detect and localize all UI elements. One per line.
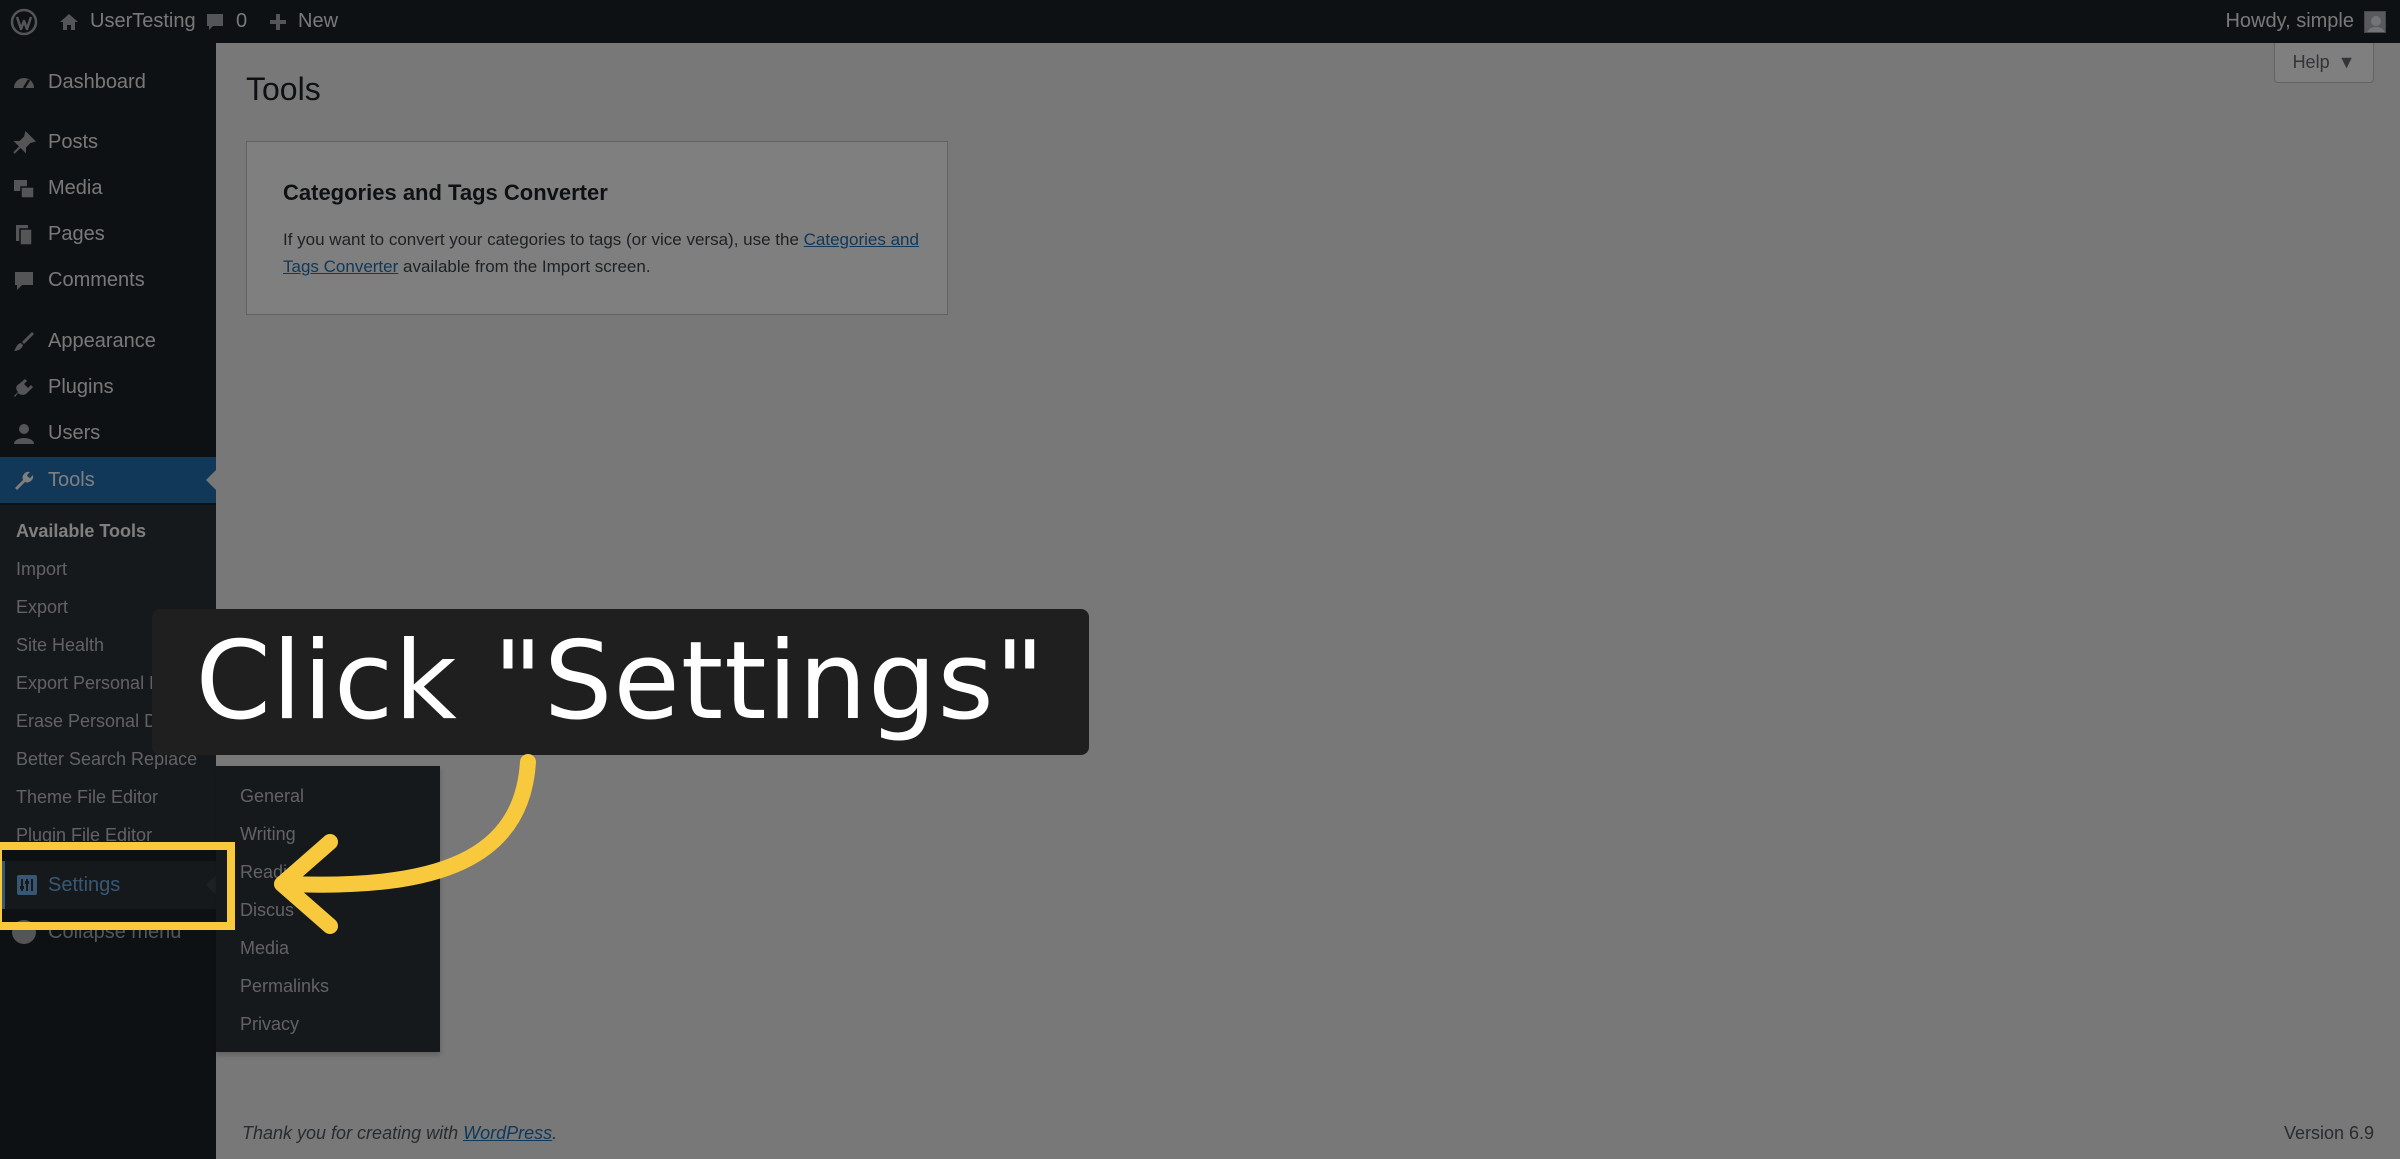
menu-item-appearance[interactable]: Appearance (0, 318, 216, 364)
converter-card: Categories and Tags Converter If you wan… (246, 141, 948, 315)
page-title: Tools (246, 71, 321, 107)
card-text-before: If you want to convert your categories t… (283, 230, 804, 249)
collapse-label: Collapse menu (48, 921, 182, 943)
submenu-item-plugin-file-editor[interactable]: Plugin File Editor (16, 825, 152, 846)
main-content: Help ▼ Tools Categories and Tags Convert… (216, 43, 2400, 1159)
instruction-text: Click "Settings" (195, 619, 1046, 744)
footer-version: Version 6.9 (2283, 1123, 2374, 1143)
media-icon (14, 180, 35, 199)
submenu-item-import[interactable]: Import (16, 559, 67, 580)
comment-icon (15, 272, 33, 290)
settings-label: Settings (48, 874, 121, 896)
menu-label: Comments (48, 268, 145, 291)
caret-down-icon: ▼ (2337, 52, 2356, 72)
menu-item-media[interactable]: Media (0, 165, 216, 211)
user-icon (14, 424, 34, 444)
submenu-item-export[interactable]: Export (16, 597, 68, 618)
menu-item-pages[interactable]: Pages (0, 211, 216, 257)
menu-label: Media (48, 176, 103, 199)
submenu-item-theme-file-editor[interactable]: Theme File Editor (16, 787, 158, 808)
home-icon (60, 13, 78, 30)
collapse-menu-button[interactable]: Collapse menu (0, 910, 216, 954)
help-label: Help (2292, 52, 2330, 72)
help-tab-button[interactable]: Help ▼ (2274, 43, 2374, 83)
menu-label: Posts (48, 130, 99, 153)
new-content-link[interactable]: New (268, 0, 338, 43)
card-description: If you want to convert your categories t… (283, 226, 923, 280)
menu-item-users[interactable]: Users (0, 410, 216, 456)
admin-bar: UserTesting 0 New Howdy, simple (0, 0, 2400, 43)
new-label: New (298, 10, 339, 32)
wordpress-link[interactable]: WordPress (463, 1123, 552, 1143)
my-account-link[interactable]: Howdy, simple (2225, 0, 2386, 43)
menu-item-settings[interactable]: Settings (0, 861, 216, 909)
menu-label: Appearance (48, 329, 156, 352)
footer-thanks-text: Thank you for creating with (242, 1123, 464, 1143)
menu-label: Tools (48, 468, 95, 491)
card-text-after: available from the Import screen. (398, 257, 651, 276)
dashboard-icon (14, 78, 34, 89)
collapse-icon (12, 920, 36, 944)
site-name: UserTesting (90, 10, 196, 32)
menu-item-comments[interactable]: Comments (0, 257, 216, 303)
menu-label: Dashboard (48, 70, 146, 93)
submenu-item-site-health[interactable]: Site Health (16, 635, 104, 656)
plugin-icon (14, 379, 33, 397)
plus-icon (270, 13, 286, 30)
pages-icon (16, 225, 33, 246)
site-name-link[interactable]: UserTesting (58, 0, 196, 43)
footer-thanks-end: . (552, 1123, 558, 1143)
menu-item-posts[interactable]: Posts (0, 119, 216, 165)
comments-link[interactable]: 0 (204, 0, 247, 43)
menu-label: Pages (48, 222, 105, 245)
settings-sliders-icon (17, 875, 37, 895)
wrench-icon (15, 471, 34, 490)
avatar (2364, 10, 2386, 33)
card-title: Categories and Tags Converter (283, 180, 608, 205)
brush-icon (14, 332, 34, 351)
comments-count: 0 (236, 10, 248, 32)
instruction-callout: Click "Settings" (152, 609, 1089, 755)
submenu-item-export-personal-data[interactable]: Export Personal Da (16, 673, 172, 694)
comment-bubble-icon (207, 13, 223, 30)
menu-item-tools[interactable]: Tools (0, 457, 216, 503)
pin-icon (13, 131, 36, 154)
menu-label: Plugins (48, 375, 114, 398)
menu-item-plugins[interactable]: Plugins (0, 364, 216, 410)
footer-thanks: Thank you for creating with WordPress. (242, 1123, 557, 1144)
submenu-item-available-tools[interactable]: Available Tools (16, 521, 146, 542)
menu-item-dashboard[interactable]: Dashboard (0, 59, 216, 105)
howdy-text: Howdy, simple (2225, 10, 2354, 32)
wordpress-logo-icon[interactable] (10, 0, 38, 43)
menu-label: Users (48, 421, 101, 444)
